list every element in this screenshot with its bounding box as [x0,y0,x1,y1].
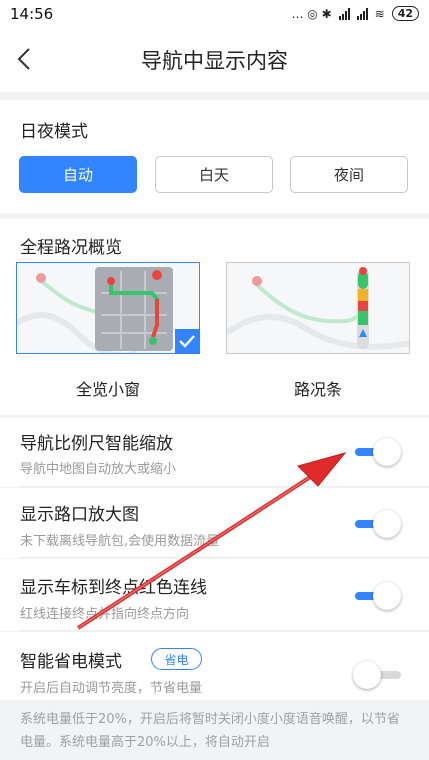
page-title: 导航中显示内容 [141,49,288,73]
setting-subtitle: 红线连接终点并指向终点方向 [20,607,190,622]
smart-zoom-toggle[interactable] [353,437,403,467]
traffic-bar-label: 路况条 [293,380,342,399]
overview-window-label: 全览小窗 [75,380,140,399]
status-time: 14:56 [10,5,54,23]
signal-icon-2 [356,7,368,20]
battery-icon: 42 [391,6,419,21]
divider [20,557,429,558]
setting-row-power-saving: 智能省电模式 开启后自动调节亮度，节省电量 [0,632,429,700]
header-bar: 导航中显示内容 [0,28,429,92]
selected-check-icon [175,329,199,353]
setting-subtitle: 未下载离线导航包,会使用数据流量 [20,534,220,549]
divider [20,486,429,487]
setting-title: 显示车标到终点红色连线 [20,578,207,598]
power-note: 系统电量低于20%，开启后将暂时关闭小度小度语音唤醒，以节省电量。系统电量高于2… [0,700,429,760]
setting-row-smart-zoom: 导航比例尺智能缩放 导航中地图自动放大或缩小 [0,418,429,487]
traffic-bar-option[interactable] [226,262,410,354]
setting-subtitle: 开启后自动调节亮度，节省电量 [20,681,203,696]
setting-row-red-line: 显示车标到终点红色连线 红线连接终点并指向终点方向 [0,559,429,631]
overview-title: 全程路况概览 [20,238,122,258]
mini-map-preview [17,267,173,353]
status-icons: … ◎ ✱ ≋ 42 [291,6,419,21]
divider [20,630,429,631]
wifi-icon: ≋ [374,6,385,21]
mode-day-button[interactable]: 白天 [155,156,273,193]
status-indicator-icons: … ◎ ✱ [291,6,332,21]
overview-window-option[interactable] [16,262,200,354]
mode-night-button[interactable]: 夜间 [290,156,408,193]
junction-view-toggle[interactable] [353,509,403,539]
setting-title: 显示路口放大图 [20,505,139,525]
traffic-bar-preview [227,267,409,350]
power-saving-toggle[interactable] [353,660,403,690]
setting-title: 导航比例尺智能缩放 [20,434,173,454]
setting-title: 智能省电模式 [20,652,122,672]
red-line-toggle[interactable] [353,581,403,611]
day-night-title: 日夜模式 [20,122,88,142]
setting-row-junction-view: 显示路口放大图 未下载离线导航包,会使用数据流量 [0,488,429,558]
power-saving-badge: 省电 [151,648,202,670]
signal-icon [338,7,350,20]
mode-auto-button[interactable]: 自动 [19,156,137,193]
status-bar: 14:56 … ◎ ✱ ≋ 42 [0,0,429,28]
setting-subtitle: 导航中地图自动放大或缩小 [20,462,177,477]
